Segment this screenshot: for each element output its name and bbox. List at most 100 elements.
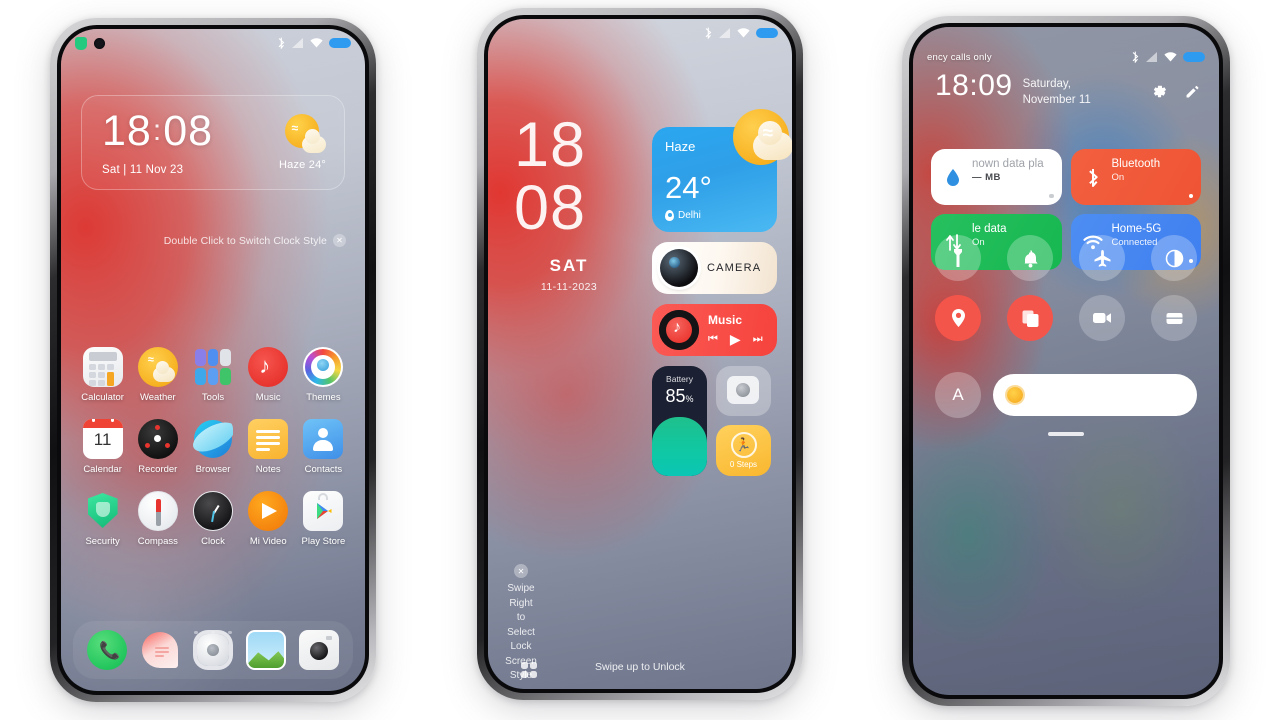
app-grid: Calculator ≈ Weather Tools ♪ Music Theme… [75,347,351,563]
app-tools[interactable]: Tools [185,347,240,403]
camera-glyph-icon [727,376,759,404]
pencil-icon[interactable] [1184,83,1201,100]
screenshot-toggle[interactable] [1007,295,1053,341]
compass-icon [137,491,178,531]
flashlight-toggle[interactable] [935,235,981,281]
close-icon[interactable]: ✕ [514,564,528,578]
close-icon[interactable]: ✕ [333,234,346,247]
hint-line: to [516,612,526,623]
steps-widget[interactable]: 🏃 0 Steps [716,425,771,476]
lock-minutes: 08 [514,172,587,243]
dock: 📞 [73,621,353,679]
cloud-icon [753,121,792,160]
app-weather[interactable]: ≈ Weather [130,347,185,403]
sound-toggle[interactable] [1007,235,1053,281]
app-browser[interactable]: Browser [185,419,240,475]
signal-icon [292,38,304,48]
app-security[interactable]: Security [75,491,130,547]
contacts-icon [303,419,344,459]
location-toggle[interactable] [935,295,981,341]
lock-weekday: SAT [549,255,589,275]
haze-weather-icon: ≈ [280,114,326,154]
weather-icon: ≈ [137,347,178,387]
app-label: Compass [137,536,178,547]
app-themes[interactable]: Themes [296,347,351,403]
gallery-widget[interactable] [716,366,771,416]
battery-icon [756,28,778,38]
camera-lens-icon [660,249,698,287]
app-music[interactable]: ♪ Music [241,347,296,403]
tile-title: nown data pla [972,158,1044,170]
dark-mode-toggle[interactable] [1151,235,1197,281]
camera-label: CAMERA [707,262,762,274]
water-drop-icon [942,166,964,188]
app-contacts[interactable]: Contacts [296,419,351,475]
app-label: Weather [139,392,176,403]
next-track-button[interactable]: ⏭ [753,333,763,346]
auto-brightness-button[interactable]: A [935,372,981,418]
bluetooth-tile[interactable]: Bluetooth On [1070,149,1201,205]
security-icon [83,491,123,531]
clock-widget[interactable]: 18:08 Sat | 11 Nov 23 ≈ Haze 24° [81,95,345,190]
lock-screen-display[interactable]: 18 08 SAT 11-11-2023 Haze 24° Delhi ≈ CA… [488,19,792,689]
music-widget[interactable]: ♪ Music ⏮ ▶ ⏭ [652,304,777,356]
wifi-icon [737,28,750,38]
bluetooth-icon [1131,51,1140,63]
phone-bezel: 18:08 Sat | 11 Nov 23 ≈ Haze 24° Double … [57,25,369,695]
battery-widget[interactable]: Battery 85% [652,366,707,476]
home-screen-display[interactable]: 18:08 Sat | 11 Nov 23 ≈ Haze 24° Double … [61,29,365,691]
data-usage-tile[interactable]: nown data pla — MB [931,149,1062,205]
unlock-text: Swipe up to Unlock [595,661,685,673]
runner-icon: 🏃 [730,432,757,458]
wifi-icon [1164,52,1177,62]
cast-toggle[interactable] [1151,295,1197,341]
screen-record-toggle[interactable] [1079,295,1125,341]
drag-handle[interactable] [913,432,1219,436]
weather-widget[interactable]: Haze 24° Delhi ≈ [652,109,792,232]
music-disc-icon: ♪ [659,310,699,350]
tools-folder-icon [193,347,233,387]
recorder-icon [137,419,178,459]
shield-icon [75,36,87,50]
control-center-display[interactable]: ency calls only 18:09 Saturday, November… [913,27,1219,695]
wifi-icon [310,38,323,48]
play-button[interactable]: ▶ [730,331,741,348]
screenshot-canvas: 18:08 Sat | 11 Nov 23 ≈ Haze 24° Double … [0,0,1280,720]
previous-track-button[interactable]: ⏮ [708,333,718,346]
gear-icon[interactable] [1151,83,1168,100]
toggle-row-1 [935,235,1197,281]
app-label: Mi Video [249,536,287,547]
calendar-icon: 11 [82,419,123,459]
app-clock[interactable]: Clock [185,491,240,547]
camera-icon[interactable] [298,630,339,670]
messages-icon[interactable] [140,630,180,670]
camera-widget[interactable]: CAMERA [652,242,777,294]
clock-style-hint[interactable]: Double Click to Switch Clock Style ✕ [164,234,346,247]
toggle-grid [935,235,1197,355]
app-label: Music [255,392,281,403]
app-calendar[interactable]: 11 Calendar [75,419,130,475]
status-bar [488,19,792,47]
battery-icon [1183,52,1205,62]
carrier-label: ency calls only [927,51,992,63]
themes-icon [303,347,344,387]
app-notes[interactable]: Notes [241,419,296,475]
brightness-slider[interactable] [993,374,1197,416]
settings-icon[interactable] [193,630,233,670]
app-play-store[interactable]: Play Store [296,491,351,547]
app-label: Calculator [81,392,124,403]
lock-clock[interactable]: 18 08 SAT 11-11-2023 [514,114,634,293]
music-icon: ♪ [248,347,289,387]
phone-icon[interactable]: 📞 [87,630,128,670]
airplane-mode-toggle[interactable] [1079,235,1125,281]
phone-home-screen: 18:08 Sat | 11 Nov 23 ≈ Haze 24° Double … [50,18,376,702]
unlock-hint[interactable]: Swipe up to Unlock [488,657,792,675]
gallery-icon[interactable] [245,630,286,670]
app-recorder[interactable]: Recorder [130,419,185,475]
app-compass[interactable]: Compass [130,491,185,547]
mi-video-icon [248,491,289,531]
app-label: Security [85,536,120,547]
brightness-row: A [935,372,1197,418]
app-calculator[interactable]: Calculator [75,347,130,403]
app-mi-video[interactable]: Mi Video [241,491,296,547]
